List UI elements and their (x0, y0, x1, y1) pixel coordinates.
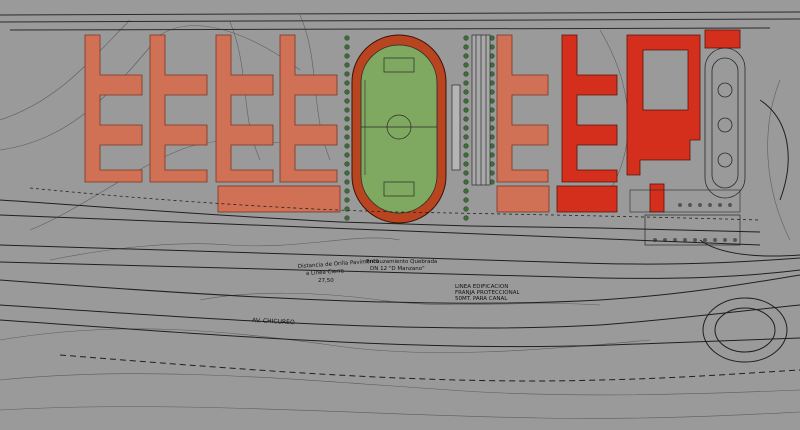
tree (344, 215, 350, 221)
tree-row-west (344, 35, 350, 221)
tree (463, 134, 469, 140)
tree (344, 107, 350, 113)
tree (463, 188, 469, 194)
tree (463, 98, 469, 104)
tree (344, 170, 350, 176)
tree (463, 80, 469, 86)
protection-strip-label-2: 50MT. PARA CANAL (455, 296, 508, 302)
stadium (351, 34, 447, 224)
channel-ref-label: DN 12 "D Manzano" (370, 266, 425, 272)
tree (344, 134, 350, 140)
tree (344, 71, 350, 77)
tree (463, 179, 469, 185)
football-field (360, 44, 438, 214)
tree (344, 125, 350, 131)
tree (344, 89, 350, 95)
tree (344, 53, 350, 59)
tree (463, 116, 469, 122)
tree (344, 152, 350, 158)
tree (344, 161, 350, 167)
tree (463, 206, 469, 212)
existing-building-6 (496, 185, 550, 213)
tree (463, 53, 469, 59)
tree (344, 197, 350, 203)
tree (344, 80, 350, 86)
tree (463, 170, 469, 176)
tree (463, 62, 469, 68)
tree (344, 116, 350, 122)
tree (463, 215, 469, 221)
tree (463, 125, 469, 131)
setback-value-label: 27,50 (318, 278, 334, 284)
tree (344, 188, 350, 194)
tree-row-east (463, 35, 469, 221)
channel-encasement-label: Encauzamiento Quebrada (366, 259, 437, 265)
tree (463, 71, 469, 77)
tree (463, 89, 469, 95)
tree (344, 62, 350, 68)
tree (463, 161, 469, 167)
tree (463, 197, 469, 203)
tree (463, 143, 469, 149)
tree (344, 179, 350, 185)
existing-building-strip (217, 185, 341, 213)
tree (463, 107, 469, 113)
new-building-annex (704, 29, 741, 49)
tree (463, 152, 469, 158)
tree (344, 143, 350, 149)
new-building-small (649, 183, 665, 213)
new-building-2 (556, 185, 618, 213)
tree (344, 35, 350, 41)
tree (344, 44, 350, 50)
tree (463, 35, 469, 41)
tree (344, 98, 350, 104)
site-plan: Distancia de Orilla Pavimento a Linea Ci… (0, 0, 800, 430)
tree (463, 44, 469, 50)
